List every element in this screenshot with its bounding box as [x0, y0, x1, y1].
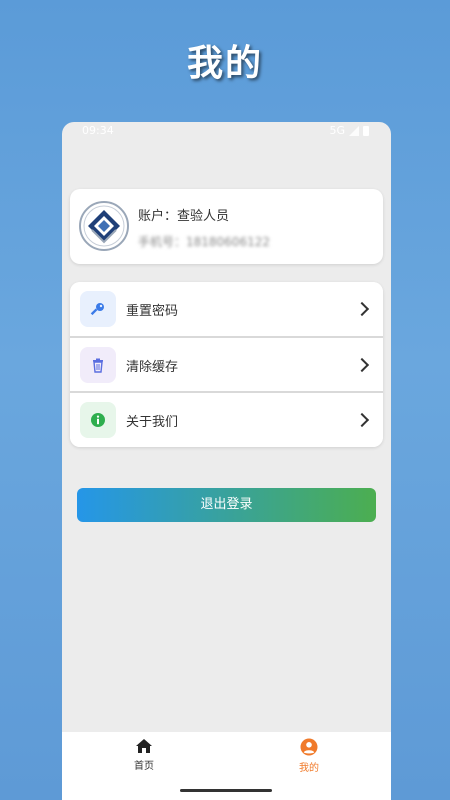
tab-label: 首页 — [134, 761, 154, 772]
settings-menu: 重置密码 清除缓存 关于我们 — [70, 282, 383, 447]
menu-divider — [70, 336, 383, 338]
menu-icon-box — [80, 347, 116, 383]
menu-item-label: 关于我们 — [126, 414, 179, 430]
trash-icon — [93, 358, 103, 373]
profile-card: 账户：查验人员 手机号：18180606122 — [70, 189, 383, 264]
chevron-right-icon — [354, 357, 370, 373]
phone-screen: 09:34 5G 账户：查验人员 手机号：18180606122 重置密码 清除… — [62, 122, 391, 800]
user-icon — [300, 738, 318, 756]
tab-home[interactable]: 首页 — [104, 738, 184, 772]
chevron-right-icon — [354, 301, 370, 317]
tab-label: 我的 — [299, 763, 319, 774]
status-time: 09:34 — [82, 124, 114, 137]
menu-icon-box — [80, 402, 116, 438]
menu-item-reset-password[interactable]: 重置密码 — [70, 282, 383, 336]
chevron-right-icon — [354, 412, 370, 428]
phone-number: 手机号：18180606122 — [138, 235, 270, 249]
home-icon — [136, 739, 152, 753]
status-bar: 09:34 5G — [62, 122, 391, 140]
menu-icon-box — [80, 291, 116, 327]
menu-item-about-us[interactable]: 关于我们 — [70, 393, 383, 447]
signal-icon — [349, 125, 359, 136]
menu-item-label: 清除缓存 — [126, 359, 179, 375]
network-type: 5G — [329, 124, 345, 137]
home-indicator — [180, 789, 272, 792]
tab-mine[interactable]: 我的 — [269, 738, 349, 774]
status-indicators: 5G — [329, 124, 369, 137]
menu-item-label: 重置密码 — [126, 303, 179, 319]
logout-button[interactable]: 退出登录 — [77, 488, 376, 522]
menu-item-clear-cache[interactable]: 清除缓存 — [70, 338, 383, 392]
info-icon — [91, 413, 105, 427]
bottom-tab-bar: 首页 我的 — [62, 732, 391, 800]
avatar — [79, 201, 129, 251]
key-icon — [90, 303, 104, 316]
battery-icon — [363, 125, 369, 136]
account-name: 账户：查验人员 — [138, 209, 230, 224]
menu-divider — [70, 391, 383, 393]
logo-icon — [83, 205, 125, 247]
page-heading: 我的 — [186, 43, 263, 84]
